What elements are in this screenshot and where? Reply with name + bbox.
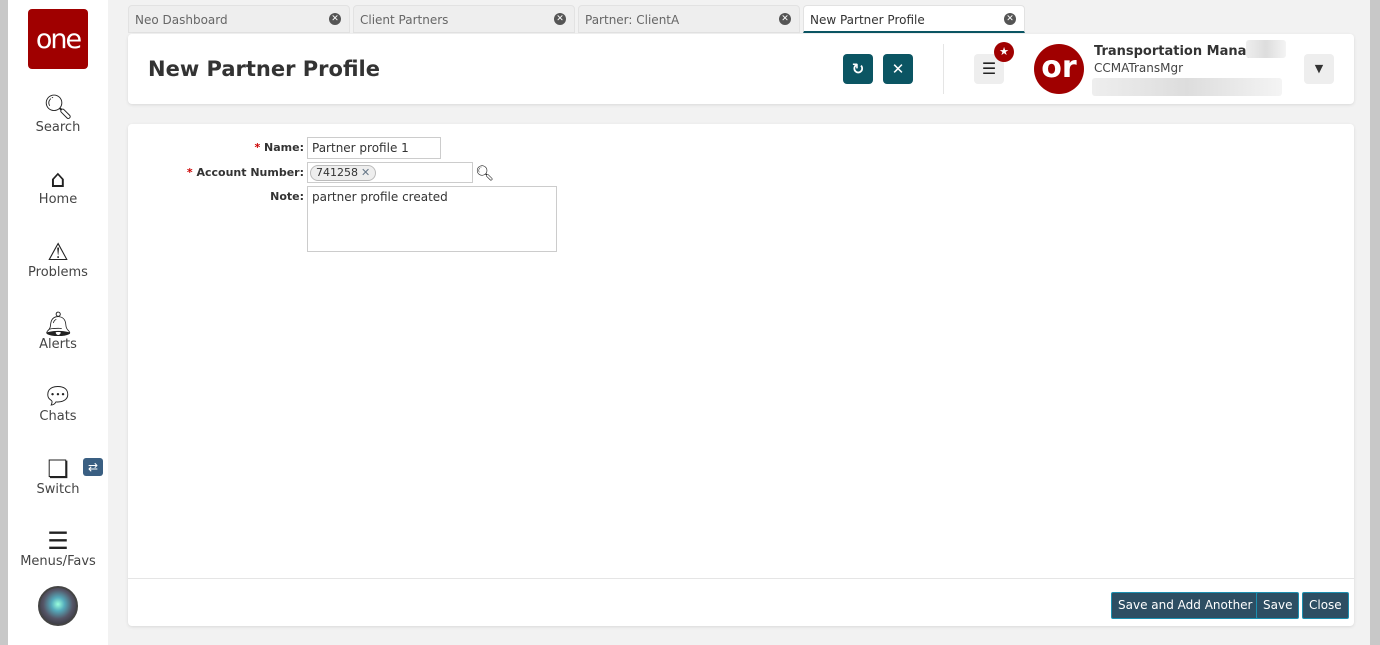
name-label: * Name: bbox=[254, 141, 304, 154]
user-id: CCMATransMgr bbox=[1094, 61, 1184, 75]
page-header: New Partner Profile ↻ ✕ ☰ ★ or Transport… bbox=[128, 34, 1354, 104]
warning-icon: ⚠ bbox=[47, 238, 69, 266]
sidebar-item-chats[interactable]: 💬︎ Chats bbox=[8, 383, 108, 424]
close-tab-icon[interactable]: ✕ bbox=[779, 13, 791, 25]
tab-partner-clienta[interactable]: Partner: ClientA ✕ bbox=[578, 5, 800, 33]
save-button[interactable]: Save bbox=[1256, 592, 1300, 619]
switch-arrows-icon[interactable]: ⇄ bbox=[83, 458, 103, 476]
sidebar-item-label: Search bbox=[35, 120, 81, 135]
sidebar-item-label: Chats bbox=[39, 409, 77, 424]
menu-icon: ☰ bbox=[981, 59, 997, 78]
redacted-text bbox=[1246, 40, 1286, 58]
close-icon: ✕ bbox=[891, 60, 905, 78]
user-dropdown-button[interactable]: ▼ bbox=[1304, 54, 1334, 84]
close-tab-icon[interactable]: ✕ bbox=[329, 13, 341, 25]
chevron-down-icon: ▼ bbox=[1314, 62, 1324, 75]
sidebar-item-menus-favs[interactable]: ☰ Menus/Favs bbox=[8, 528, 108, 569]
ai-assistant-avatar[interactable] bbox=[38, 586, 78, 626]
chat-icon: 💬︎ bbox=[42, 382, 74, 410]
sidebar-item-label: Home bbox=[38, 192, 78, 207]
save-and-add-another-button[interactable]: Save and Add Another bbox=[1111, 592, 1260, 619]
sidebar-item-label: Switch bbox=[36, 482, 80, 497]
left-edge bbox=[0, 0, 8, 645]
account-chip: 741258 ✕ bbox=[310, 165, 377, 181]
close-button[interactable]: Close bbox=[1302, 592, 1349, 619]
menu-icon: ☰ bbox=[47, 527, 69, 555]
divider bbox=[943, 44, 944, 94]
redacted-text bbox=[1092, 78, 1282, 96]
sidebar-item-label: Menus/Favs bbox=[20, 554, 96, 569]
close-tab-icon[interactable]: ✕ bbox=[1004, 13, 1016, 25]
app-logo[interactable]: one bbox=[28, 9, 88, 69]
user-name: Transportation Manager bbox=[1094, 44, 1271, 59]
sidebar-item-alerts[interactable]: 🔔︎ Alerts bbox=[8, 311, 108, 352]
sidebar-item-home[interactable]: ⌂ Home bbox=[8, 166, 108, 207]
sidebar: one 🔍︎ Search ⌂ Home ⚠ Problems 🔔︎ Alerts 💬︎… bbox=[8, 0, 108, 645]
page-title: New Partner Profile bbox=[148, 57, 380, 81]
sidebar-item-label: Problems bbox=[28, 265, 88, 280]
tab-new-partner-profile[interactable]: New Partner Profile ✕ bbox=[803, 5, 1025, 33]
sidebar-item-search[interactable]: 🔍︎ Search bbox=[8, 94, 108, 135]
tab-label: Partner: ClientA bbox=[585, 13, 680, 27]
sidebar-item-label: Alerts bbox=[39, 337, 77, 352]
account-number-label: * Account Number: bbox=[186, 166, 304, 179]
close-tab-icon[interactable]: ✕ bbox=[554, 13, 566, 25]
lookup-search-icon[interactable]: 🔍︎ bbox=[475, 164, 494, 182]
user-avatar[interactable]: or bbox=[1034, 44, 1084, 94]
sidebar-item-problems[interactable]: ⚠ Problems bbox=[8, 239, 108, 280]
tab-client-partners[interactable]: Client Partners ✕ bbox=[353, 5, 575, 33]
home-icon: ⌂ bbox=[50, 165, 66, 193]
name-input[interactable]: Partner profile 1 bbox=[307, 137, 441, 159]
bell-icon: 🔔︎ bbox=[42, 310, 74, 338]
scrollbar[interactable] bbox=[1370, 0, 1380, 645]
close-page-button[interactable]: ✕ bbox=[883, 54, 913, 84]
note-textarea[interactable]: partner profile created bbox=[307, 186, 557, 252]
tab-neo-dashboard[interactable]: Neo Dashboard ✕ bbox=[128, 5, 350, 33]
favorite-star-icon[interactable]: ★ bbox=[994, 42, 1014, 62]
search-icon: 🔍︎ bbox=[42, 93, 74, 121]
remove-chip-icon[interactable]: ✕ bbox=[361, 166, 370, 179]
tab-label: Neo Dashboard bbox=[135, 13, 228, 27]
refresh-icon: ↻ bbox=[851, 60, 865, 78]
account-number-input[interactable]: 741258 ✕ bbox=[307, 162, 473, 183]
tab-label: Client Partners bbox=[360, 13, 449, 27]
form-panel: * Name: Partner profile 1 * Account Numb… bbox=[128, 124, 1354, 626]
note-label: Note: bbox=[270, 190, 304, 203]
tab-label: New Partner Profile bbox=[810, 13, 925, 27]
footer-divider bbox=[128, 578, 1354, 579]
refresh-button[interactable]: ↻ bbox=[843, 54, 873, 84]
